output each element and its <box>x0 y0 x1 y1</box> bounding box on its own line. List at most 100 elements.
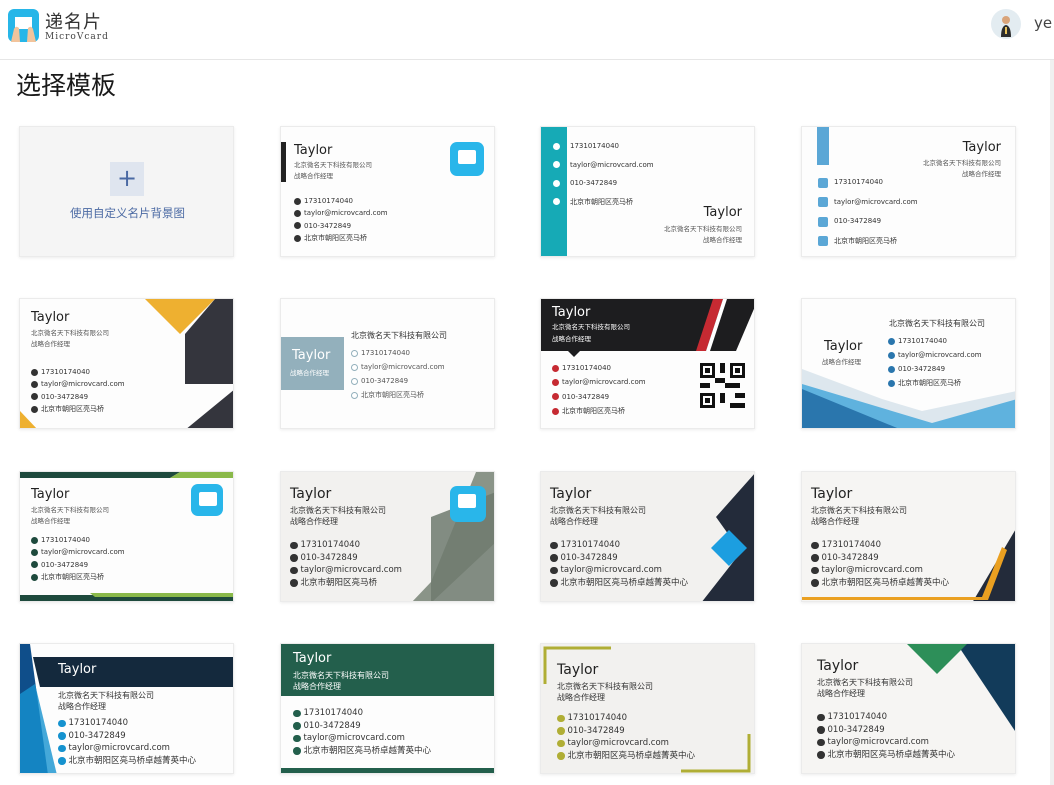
email-icon <box>818 197 828 208</box>
tel-row: 010-3472849 <box>31 391 125 403</box>
card-contacts: 17310174040 010-3472849 taylor@microvcar… <box>557 712 695 762</box>
app-icon <box>191 484 223 516</box>
card-job-title: 战略合作经理 <box>31 517 70 525</box>
card-company: 北京微名天下科技有限公司 <box>811 506 907 515</box>
address-row: 北京市朝阳区亮马桥卓越菁英中心 <box>58 755 196 768</box>
card-name: Taylor <box>290 486 332 502</box>
card-job-title: 战略合作经理 <box>290 517 338 526</box>
card-name: Taylor <box>294 143 333 158</box>
tel-row: 010-3472849 <box>293 720 431 733</box>
email-icon <box>811 566 819 574</box>
email-row: taylor@microvcard.com <box>293 732 431 745</box>
template-card-3[interactable]: Taylor 北京微名天下科技有限公司 战略合作经理 17310174040 t… <box>801 126 1016 257</box>
phone-icon <box>818 177 828 188</box>
email-row: taylor@microvcard.com <box>811 564 949 577</box>
location-icon <box>31 405 38 413</box>
template-card-4[interactable]: Taylor 北京微名天下科技有限公司 战略合作经理 17310174040 t… <box>19 298 234 429</box>
address-row: 北京市朝阳区亮马桥 <box>553 193 654 212</box>
phone-row: 17310174040 <box>293 707 431 720</box>
location-icon <box>557 752 565 760</box>
address-row: 北京市朝阳区亮马桥 <box>552 404 646 418</box>
template-card-9[interactable]: Taylor 北京微名天下科技有限公司 战略合作经理 17310174040 0… <box>280 471 495 602</box>
email-icon <box>553 161 560 169</box>
tel-row: 010-3472849 <box>811 552 949 565</box>
tel-row: 010-3472849 <box>557 725 695 738</box>
address-row: 北京市朝阳区亮马桥 <box>290 577 402 590</box>
card-name: Taylor <box>817 658 859 674</box>
phone-row: 17310174040 <box>818 173 918 193</box>
phone-icon <box>552 364 559 372</box>
email-row: taylor@microvcard.com <box>557 737 695 750</box>
card-company: 北京微名天下科技有限公司 <box>293 671 389 680</box>
card-company: 北京微名天下科技有限公司 <box>557 682 653 691</box>
tel-row: 010-3472849 <box>31 559 125 571</box>
card-contacts: 17310174040 taylor@microvcard.com 010-34… <box>351 346 445 402</box>
location-icon <box>552 407 559 415</box>
address-row: 北京市朝阳区亮马桥卓越菁英中心 <box>817 749 955 762</box>
template-card-13[interactable]: Taylor 北京微名天下科技有限公司 战略合作经理 17310174040 0… <box>280 643 495 774</box>
card-job-title: 战略合作经理 <box>294 172 333 180</box>
phone-icon <box>293 709 301 717</box>
template-card-1[interactable]: Taylor 北京微名天下科技有限公司 战略合作经理 17310174040 t… <box>280 126 495 257</box>
tel-row: 010-3472849 <box>351 374 445 388</box>
location-icon <box>31 573 38 581</box>
template-card-11[interactable]: Taylor 北京微名天下科技有限公司 战略合作经理 17310174040 0… <box>801 471 1016 602</box>
card-company: 北京微名天下科技有限公司 <box>351 331 447 340</box>
location-icon <box>888 379 895 387</box>
app-icon <box>450 486 486 522</box>
card-name: Taylor <box>557 662 599 678</box>
tel-row: 010-3472849 <box>290 552 402 565</box>
template-card-12[interactable]: Taylor 北京微名天下科技有限公司 战略合作经理 17310174040 0… <box>19 643 234 774</box>
card-contacts: 17310174040 010-3472849 taylor@microvcar… <box>550 539 688 589</box>
phone-row: 17310174040 <box>552 361 646 375</box>
card-job-title: 战略合作经理 <box>822 358 861 366</box>
phone-row: 17310174040 <box>550 539 688 552</box>
custom-background-card[interactable]: + 使用自定义名片背景图 <box>19 126 234 257</box>
template-card-2[interactable]: 17310174040 taylor@microvcard.com 010-34… <box>540 126 755 257</box>
tel-icon <box>58 732 66 740</box>
template-card-6[interactable]: Taylor 北京微名天下科技有限公司 战略合作经理 17310174040 t… <box>540 298 755 429</box>
phone-row: 17310174040 <box>553 137 654 156</box>
custom-background-label: 使用自定义名片背景图 <box>70 206 185 220</box>
card-contacts: 17310174040 taylor@microvcard.com 010-34… <box>552 361 646 418</box>
address-row: 北京市朝阳区亮马桥 <box>31 403 125 415</box>
template-card-8[interactable]: Taylor 北京微名天下科技有限公司 战略合作经理 17310174040 t… <box>19 471 234 602</box>
tel-icon <box>552 393 559 401</box>
logo-subtitle: MicroVcard <box>45 32 109 42</box>
email-icon <box>817 738 825 746</box>
logo-icon[interactable] <box>8 9 39 42</box>
phone-row: 17310174040 <box>31 534 125 546</box>
location-icon <box>290 579 298 587</box>
card-name: Taylor <box>292 348 331 363</box>
phone-row: 17310174040 <box>290 539 402 552</box>
email-icon <box>351 363 358 371</box>
card-job-title: 战略合作经理 <box>962 170 1001 178</box>
phone-row: 17310174040 <box>817 711 955 724</box>
phone-row: 17310174040 <box>351 346 445 360</box>
tel-row: 010-3472849 <box>817 724 955 737</box>
phone-icon <box>290 541 298 549</box>
template-card-14[interactable]: Taylor 北京微名天下科技有限公司 战略合作经理 17310174040 0… <box>540 643 755 774</box>
template-card-5[interactable]: Taylor 战略合作经理 北京微名天下科技有限公司 17310174040 t… <box>280 298 495 429</box>
template-card-10[interactable]: Taylor 北京微名天下科技有限公司 战略合作经理 17310174040 0… <box>540 471 755 602</box>
avatar-icon[interactable] <box>991 9 1021 39</box>
tel-icon <box>888 365 895 373</box>
tel-icon <box>811 554 819 562</box>
address-row: 北京市朝阳区亮马桥 <box>31 571 125 583</box>
scrollbar-track[interactable] <box>1050 60 1054 785</box>
card-name: Taylor <box>824 339 863 354</box>
card-company: 北京微名天下科技有限公司 <box>31 506 109 514</box>
card-company: 北京微名天下科技有限公司 <box>550 506 646 515</box>
template-card-15[interactable]: Taylor 北京微名天下科技有限公司 战略合作经理 17310174040 0… <box>801 643 1016 774</box>
phone-icon <box>888 337 895 345</box>
user-name[interactable]: ye <box>1034 14 1052 32</box>
card-contacts: 17310174040 taylor@microvcard.com 010-34… <box>888 334 982 390</box>
template-card-7[interactable]: Taylor 战略合作经理 北京微名天下科技有限公司 17310174040 t… <box>801 298 1016 429</box>
email-row: taylor@microvcard.com <box>550 564 688 577</box>
email-row: taylor@microvcard.com <box>294 207 388 219</box>
phone-row: 17310174040 <box>888 334 982 348</box>
tel-icon <box>550 554 558 562</box>
phone-icon <box>550 541 558 549</box>
phone-icon <box>31 536 38 544</box>
card-contacts: 17310174040 010-3472849 taylor@microvcar… <box>290 539 402 589</box>
